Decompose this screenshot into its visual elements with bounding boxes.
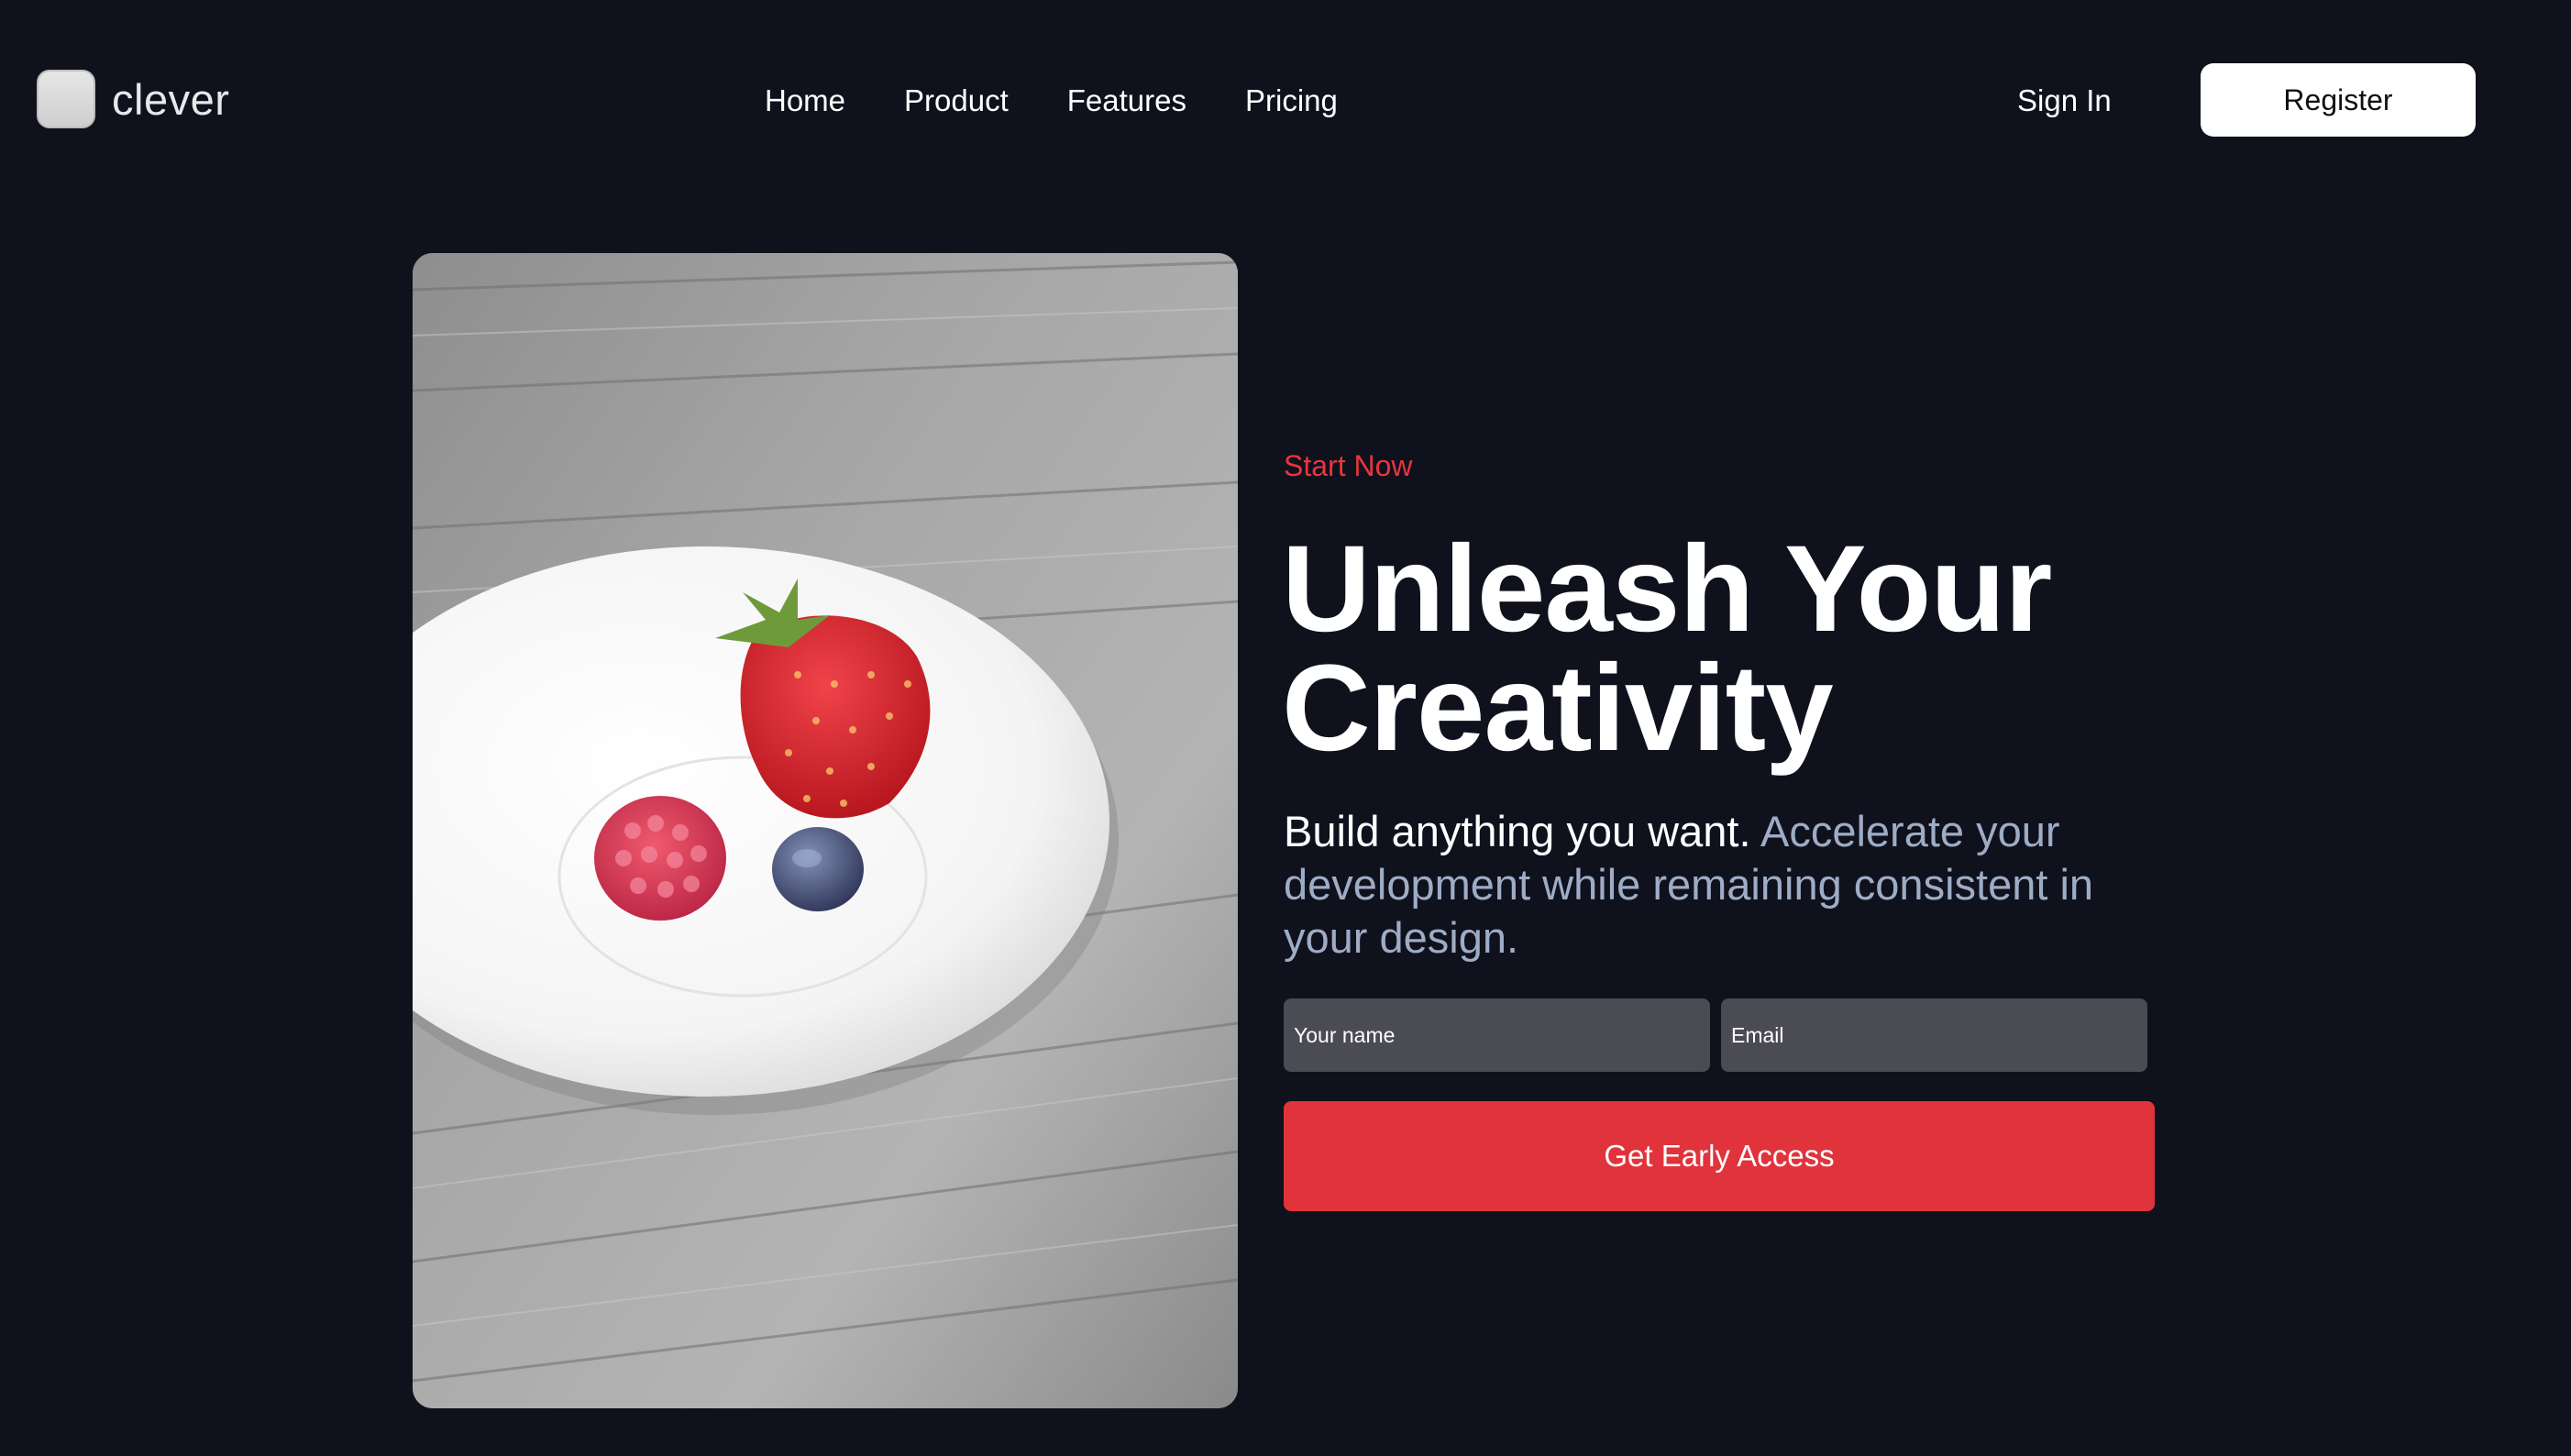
sign-in-link[interactable]: Sign In <box>2017 81 2112 121</box>
berries-plate-illustration <box>413 253 1238 1408</box>
landing-page: clever Home Product Features Pricing Sig… <box>0 0 2571 1456</box>
nav-item-features[interactable]: Features <box>1067 81 1186 121</box>
email-field[interactable] <box>1721 998 2147 1072</box>
hero-subtext: Build anything you want. Accelerate your… <box>1284 805 2164 965</box>
brand-logo[interactable]: clever <box>37 70 229 128</box>
brand-name: clever <box>112 74 230 124</box>
register-button[interactable]: Register <box>2201 63 2476 137</box>
hero-image <box>413 253 1238 1408</box>
logo-icon <box>37 70 95 128</box>
hero-subtext-lead: Build anything you want. <box>1284 807 1751 855</box>
nav-item-pricing[interactable]: Pricing <box>1245 81 1338 121</box>
hero-eyebrow: Start Now <box>1284 449 1413 482</box>
get-early-access-button[interactable]: Get Early Access <box>1284 1101 2155 1211</box>
name-field[interactable] <box>1284 998 1710 1072</box>
nav-item-product[interactable]: Product <box>904 81 1009 121</box>
main-nav: Home Product Features Pricing <box>765 81 1338 121</box>
hero-headline: Unleash Your Creativity <box>1282 521 2052 777</box>
nav-item-home[interactable]: Home <box>765 81 845 121</box>
